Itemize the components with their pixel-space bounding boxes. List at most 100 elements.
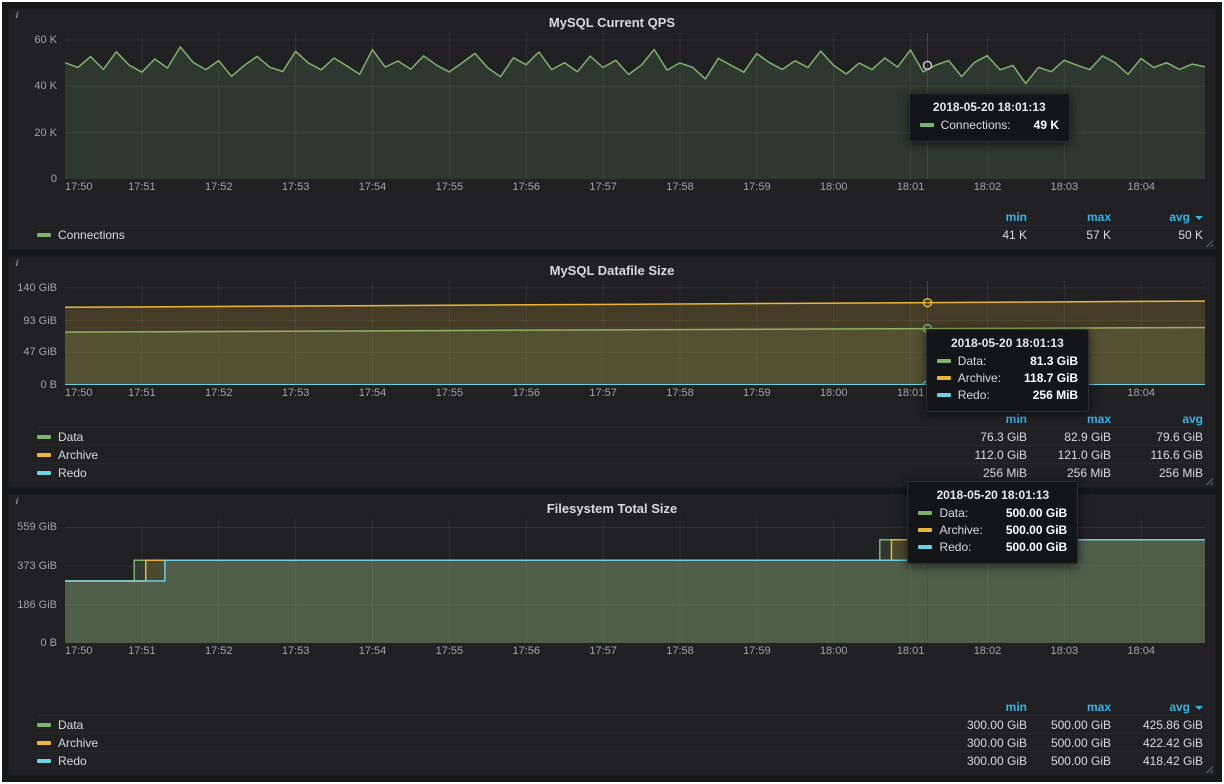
legend-series-name[interactable]: Archive [58,448,98,462]
tooltip-row: Archive: 118.7 GiB [937,371,1078,385]
x-axis-tick-label: 17:50 [65,387,93,399]
caret-down-icon [1195,216,1203,220]
y-axis-tick-label: 20 K [34,127,57,139]
tooltip-series-name: Archive: [939,523,982,537]
y-axis: 020 K40 K60 K [19,33,65,179]
y-axis: 0 B47 GiB93 GiB140 GiB [19,281,65,385]
x-axis-tick-label: 18:01 [897,181,925,193]
legend-series-name[interactable]: Data [58,718,83,732]
series-color-dash [918,511,932,515]
legend-avg-value: 256 MiB [1111,466,1203,480]
x-axis-tick-label: 17:51 [128,645,156,657]
series-color-dash [37,471,51,475]
tooltip-series-name: Connections: [941,118,1011,132]
legend-header-min[interactable]: min [943,700,1027,714]
x-axis-tick-label: 17:59 [743,645,771,657]
graph-tooltip: 2018-05-20 18:01:13 Data: 81.3 GiB Archi… [926,329,1089,412]
legend-max-value: 500.00 GiB [1027,718,1111,732]
legend-header-min[interactable]: min [943,210,1027,224]
x-axis-tick-label: 18:00 [820,387,848,399]
tooltip-series-name: Data: [958,354,987,368]
x-axis-tick-label: 18:00 [820,645,848,657]
panel-info-icon[interactable]: i [12,496,22,506]
panel-title[interactable]: MySQL Datafile Size [19,261,1205,281]
legend-header-avg[interactable]: avg [1111,412,1203,426]
legend-series-name[interactable]: Redo [58,754,87,768]
panel-mysql-datafile-size: i MySQL Datafile Size 0 B47 GiB93 GiB140… [8,256,1216,488]
legend-row-data: Data 300.00 GiB 500.00 GiB 425.86 GiB [37,715,1203,733]
x-axis-tick-label: 18:01 [897,645,925,657]
graph-tooltip: 2018-05-20 18:01:13 Data: 500.00 GiB Arc… [907,481,1078,564]
tooltip-series-value: 500.00 GiB [990,506,1067,520]
series-color-dash [937,393,951,397]
graph-tooltip: 2018-05-20 18:01:13 Connections: 49 K [909,93,1070,142]
x-axis-tick-label: 18:04 [1127,181,1155,193]
grafana-dashboard: i MySQL Current QPS 020 K40 K60 K 2018-0… [2,2,1222,782]
legend-series-name[interactable]: Archive [58,736,98,750]
legend-min-value: 112.0 GiB [943,448,1027,462]
x-axis-tick-label: 17:56 [512,387,540,399]
x-axis-tick-label: 17:51 [128,387,156,399]
panel-filesystem-total-size: i Filesystem Total Size 2018-05-20 18:01… [8,494,1216,776]
series-color-dash [937,376,951,380]
x-axis-tick-label: 17:54 [359,645,387,657]
x-axis-tick-label: 17:50 [65,645,93,657]
panel-mysql-current-qps: i MySQL Current QPS 020 K40 K60 K 2018-0… [8,8,1216,250]
x-axis-tick-label: 17:55 [436,387,464,399]
legend-header-avg[interactable]: avg [1111,700,1203,714]
legend-header-avg[interactable]: avg [1111,210,1203,224]
tooltip-series-value: 500.00 GiB [990,540,1067,554]
x-axis-tick-label: 17:53 [282,387,310,399]
x-axis-tick-label: 17:56 [512,645,540,657]
legend-series-name[interactable]: Data [58,430,83,444]
legend-row-archive: Archive 112.0 GiB 121.0 GiB 116.6 GiB [37,445,1203,463]
legend-avg-value: 50 K [1111,228,1203,242]
tooltip-row: Redo: 500.00 GiB [918,540,1067,554]
x-axis-tick-label: 17:59 [743,387,771,399]
x-axis-tick-label: 17:59 [743,181,771,193]
series-color-dash [918,528,932,532]
legend-max-value: 121.0 GiB [1027,448,1111,462]
y-axis-tick-label: 60 K [34,34,57,46]
legend-header-min[interactable]: min [943,412,1027,426]
x-axis-tick-label: 17:57 [589,181,617,193]
tooltip-row: Redo: 256 MiB [937,388,1078,402]
panel-info-icon[interactable]: i [12,10,22,20]
legend-header-max[interactable]: max [1027,210,1111,224]
legend-max-value: 82.9 GiB [1027,430,1111,444]
x-axis-tick-label: 17:57 [589,387,617,399]
legend-row-redo: Redo 256 MiB 256 MiB 256 MiB [37,463,1203,481]
legend-min-value: 300.00 GiB [943,754,1027,768]
legend: min max avg Connections 41 K 57 K 50 K [19,209,1205,245]
series-color-dash [37,759,51,763]
x-axis-tick-label: 18:00 [820,181,848,193]
legend-row-data: Data 76.3 GiB 82.9 GiB 79.6 GiB [37,427,1203,445]
series-color-dash [37,741,51,745]
panel-title[interactable]: MySQL Current QPS [19,13,1205,33]
y-axis: 0 B186 GiB373 GiB559 GiB [19,519,65,643]
legend-max-value: 500.00 GiB [1027,754,1111,768]
tooltip-timestamp: 2018-05-20 18:01:13 [920,100,1059,114]
x-axis-tick-label: 17:52 [205,181,233,193]
legend-header-max[interactable]: max [1027,412,1111,426]
series-color-dash [37,233,51,237]
y-axis-tick-label: 559 GiB [17,521,57,533]
legend-header-max[interactable]: max [1027,700,1111,714]
legend-series-name[interactable]: Connections [58,228,125,242]
series-color-dash [37,723,51,727]
x-axis: 17:5017:5117:5217:5317:5417:5517:5617:57… [65,643,1205,659]
panel-info-icon[interactable]: i [12,258,22,268]
legend-min-value: 76.3 GiB [943,430,1027,444]
x-axis-tick-label: 18:02 [974,181,1002,193]
tooltip-timestamp: 2018-05-20 18:01:13 [937,336,1078,350]
x-axis-tick-label: 17:54 [359,387,387,399]
legend-series-name[interactable]: Redo [58,466,87,480]
tooltip-row: Connections: 49 K [920,118,1059,132]
series-color-dash [920,123,934,127]
legend-header-row: min max avg [37,411,1203,427]
legend-header-row: min max avg [37,209,1203,225]
x-axis-tick-label: 17:55 [436,181,464,193]
legend: min max avg Data 76.3 GiB 82.9 GiB 79.6 … [19,411,1205,483]
x-axis-tick-label: 18:04 [1127,645,1155,657]
x-axis: 17:5017:5117:5217:5317:5417:5517:5617:57… [65,179,1205,195]
